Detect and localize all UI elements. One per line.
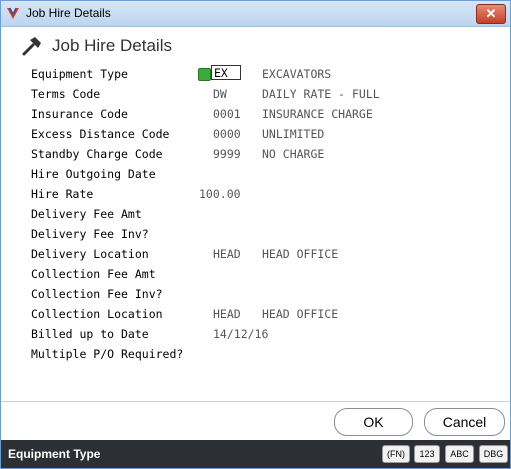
- delivery-fee-inv-label: Delivery Fee Inv?: [31, 227, 149, 241]
- dialog-window: Job Hire Details ✕ Job Hire Details Equi…: [0, 0, 511, 469]
- hire-rate-label: Hire Rate: [31, 187, 94, 201]
- excess-distance-code-value[interactable]: 0000: [213, 127, 241, 141]
- equipment-type-label: Equipment Type: [31, 67, 128, 81]
- status-field-name: Equipment Type: [8, 447, 101, 461]
- numeric-mode-badge[interactable]: 123: [414, 445, 440, 463]
- collection-location-description: HEAD OFFICE: [262, 307, 339, 321]
- terms-code-label: Terms Code: [31, 87, 101, 101]
- collection-location-value[interactable]: HEAD: [213, 307, 241, 321]
- excess-distance-code-description: UNLIMITED: [262, 127, 325, 141]
- footer-divider: [1, 401, 510, 402]
- page-title: Job Hire Details: [52, 36, 172, 55]
- billed-up-to-date-value[interactable]: 14/12/16: [213, 327, 268, 341]
- status-bar: Equipment Type (FN) 123 ABC DBG: [1, 440, 510, 468]
- terms-code-row: Terms Code DW DAILY RATE - FULL: [1, 84, 510, 104]
- hammer-icon: [22, 37, 41, 56]
- dialog-header: Job Hire Details: [1, 27, 510, 64]
- delivery-location-label: Delivery Location: [31, 247, 149, 261]
- collection-fee-inv-row: Collection Fee Inv?: [1, 284, 510, 304]
- excess-distance-code-label: Excess Distance Code: [31, 127, 170, 141]
- job-hire-form: Equipment Type EXCAVATORS Terms Code DW …: [1, 64, 510, 404]
- standby-charge-code-description: NO CHARGE: [262, 147, 325, 161]
- delivery-location-description: HEAD OFFICE: [262, 247, 339, 261]
- delivery-fee-amt-label: Delivery Fee Amt: [31, 207, 142, 221]
- collection-location-label: Collection Location: [31, 307, 163, 321]
- insurance-code-row: Insurance Code 0001 INSURANCE CHARGE: [1, 104, 510, 124]
- insurance-code-description: INSURANCE CHARGE: [262, 107, 373, 121]
- delivery-fee-inv-row: Delivery Fee Inv?: [1, 224, 510, 244]
- multiple-po-required-label: Multiple P/O Required?: [31, 347, 184, 361]
- hire-outgoing-date-row: Hire Outgoing Date: [1, 164, 510, 184]
- billed-up-to-date-label: Billed up to Date: [31, 327, 149, 341]
- collection-location-row: Collection Location HEAD HEAD OFFICE: [1, 304, 510, 324]
- fn-mode-badge[interactable]: (FN): [382, 445, 410, 463]
- multiple-po-required-row: Multiple P/O Required?: [1, 344, 510, 364]
- window-title: Job Hire Details: [26, 6, 111, 20]
- collection-fee-amt-label: Collection Fee Amt: [31, 267, 156, 281]
- ok-button[interactable]: OK: [334, 408, 413, 436]
- standby-charge-code-value[interactable]: 9999: [213, 147, 241, 161]
- delivery-fee-amt-row: Delivery Fee Amt: [1, 204, 510, 224]
- equipment-type-row: Equipment Type EXCAVATORS: [1, 64, 510, 84]
- collection-fee-amt-row: Collection Fee Amt: [1, 264, 510, 284]
- title-bar: Job Hire Details ✕: [1, 1, 510, 27]
- equipment-type-input[interactable]: [211, 65, 241, 80]
- terms-code-value[interactable]: DW: [213, 87, 227, 101]
- lookup-icon[interactable]: [198, 68, 211, 81]
- hire-outgoing-date-label: Hire Outgoing Date: [31, 167, 156, 181]
- equipment-type-description: EXCAVATORS: [262, 67, 332, 81]
- standby-charge-code-label: Standby Charge Code: [31, 147, 163, 161]
- close-icon: ✕: [485, 6, 497, 21]
- insurance-code-label: Insurance Code: [31, 107, 128, 121]
- billed-up-to-date-row: Billed up to Date 14/12/16: [1, 324, 510, 344]
- delivery-location-value[interactable]: HEAD: [213, 247, 241, 261]
- collection-fee-inv-label: Collection Fee Inv?: [31, 287, 163, 301]
- alpha-mode-badge[interactable]: ABC: [445, 445, 474, 463]
- close-button[interactable]: ✕: [476, 4, 506, 24]
- app-logo-icon: [7, 7, 19, 19]
- excess-distance-code-row: Excess Distance Code 0000 UNLIMITED: [1, 124, 510, 144]
- delivery-location-row: Delivery Location HEAD HEAD OFFICE: [1, 244, 510, 264]
- hire-rate-row: Hire Rate 100.00: [1, 184, 510, 204]
- debug-mode-badge[interactable]: DBG: [479, 445, 508, 463]
- cancel-button[interactable]: Cancel: [424, 408, 505, 436]
- standby-charge-code-row: Standby Charge Code 9999 NO CHARGE: [1, 144, 510, 164]
- terms-code-description: DAILY RATE - FULL: [262, 87, 380, 101]
- hire-rate-value[interactable]: 100.00: [199, 187, 241, 201]
- insurance-code-value[interactable]: 0001: [213, 107, 241, 121]
